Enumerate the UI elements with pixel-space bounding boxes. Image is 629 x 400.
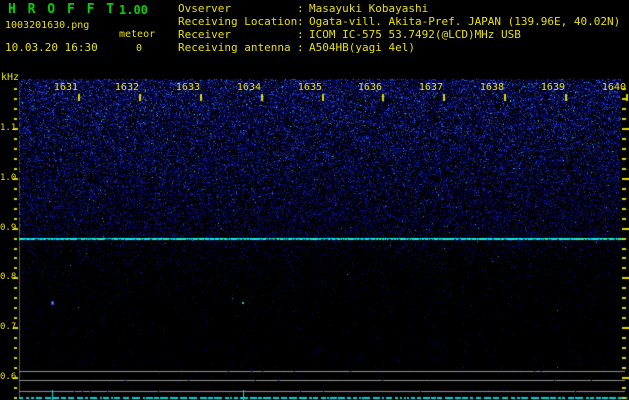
meteor-counter-label: meteor bbox=[119, 29, 156, 40]
freq-tick-label: 0.7 bbox=[0, 322, 17, 332]
time-tick-label: 1632 bbox=[114, 82, 139, 93]
frequency-unit-label: kHz bbox=[1, 72, 20, 83]
freq-tick-label: 1.0 bbox=[0, 173, 17, 183]
hrofft-screen: H R O F F T 1.00 1003201630.png 10.03.20… bbox=[0, 0, 629, 400]
app-title: H R O F F T bbox=[8, 2, 117, 17]
freq-tick-label: 0.9 bbox=[0, 223, 17, 233]
info-value: Masayuki Kobayashi bbox=[309, 2, 429, 15]
info-value: A504HB(yagi 4el) bbox=[309, 41, 415, 54]
time-tick-label: 1636 bbox=[357, 82, 382, 93]
time-tick-label: 1639 bbox=[540, 82, 565, 93]
time-tick-label: 1634 bbox=[236, 82, 261, 93]
station-info-block: Ovserver: Masayuki Kobayashi Receiving Loc… bbox=[178, 2, 620, 54]
time-tick-label: 1633 bbox=[175, 82, 200, 93]
time-tick-label: 1640 bbox=[601, 82, 626, 93]
info-value: Ogata-vill. Akita-Pref. JAPAN (139.96E, … bbox=[309, 15, 621, 28]
info-colon: : bbox=[297, 15, 304, 28]
info-label: Receiving antenna bbox=[178, 41, 291, 54]
info-colon: : bbox=[297, 41, 304, 54]
spectrogram-canvas bbox=[0, 0, 629, 400]
meteor-counter-value: 0 bbox=[136, 43, 143, 54]
info-row: Ovserver: Masayuki Kobayashi bbox=[178, 2, 620, 15]
info-label: Receiving Location bbox=[178, 15, 298, 28]
time-tick-label: 1637 bbox=[418, 82, 443, 93]
info-colon: : bbox=[297, 28, 304, 41]
freq-tick-label: 0.8 bbox=[0, 272, 17, 282]
freq-tick-label: 1.1 bbox=[0, 123, 17, 133]
info-value: ICOM IC-575 53.7492(@LCD)MHz USB bbox=[309, 28, 521, 41]
time-tick-label: 1638 bbox=[479, 82, 504, 93]
info-label: Receiver bbox=[178, 28, 231, 41]
freq-tick-label: 0.6 bbox=[0, 372, 17, 382]
app-version: 1.00 bbox=[119, 3, 148, 17]
info-colon: : bbox=[297, 2, 304, 15]
output-filename: 1003201630.png bbox=[5, 20, 90, 31]
date-time: 10.03.20 16:30 bbox=[5, 41, 98, 54]
info-row: Receiver: ICOM IC-575 53.7492(@LCD)MHz US… bbox=[178, 28, 620, 41]
time-tick-label: 1631 bbox=[53, 82, 78, 93]
info-row: Receiving antenna: A504HB(yagi 4el) bbox=[178, 41, 620, 54]
info-row: Receiving Location: Ogata-vill. Akita-Pre… bbox=[178, 15, 620, 28]
info-label: Ovserver bbox=[178, 2, 231, 15]
time-tick-label: 1635 bbox=[297, 82, 322, 93]
